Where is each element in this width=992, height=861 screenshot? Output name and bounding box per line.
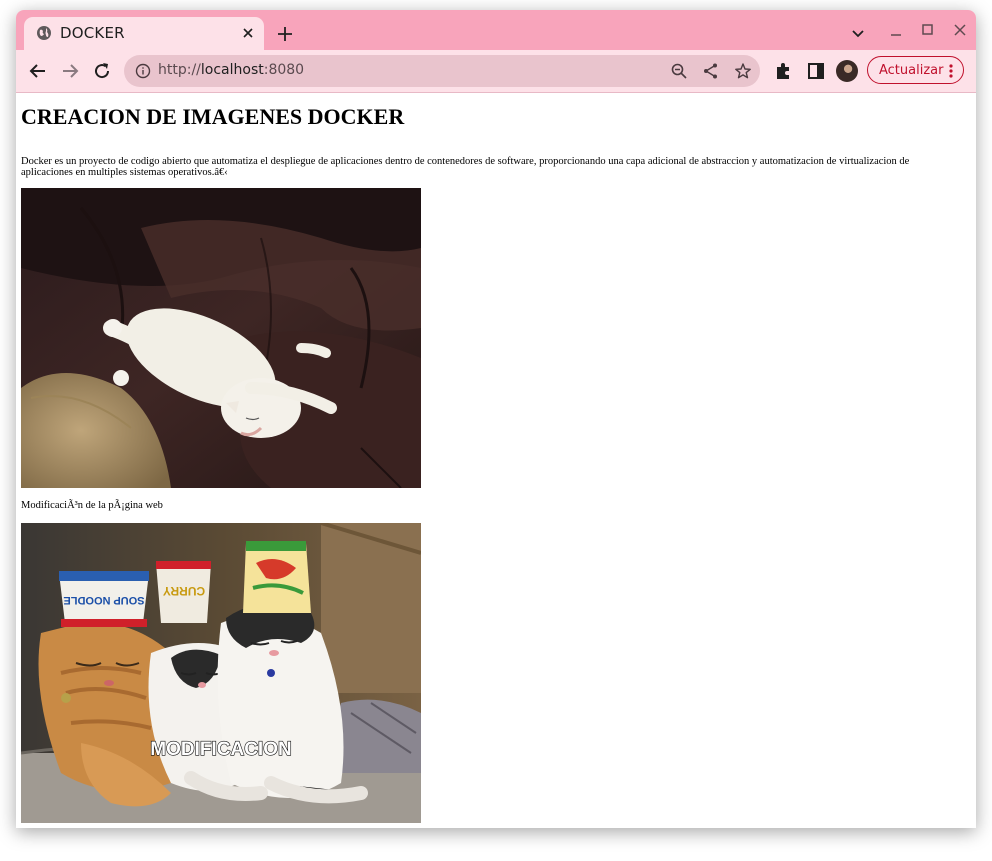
close-window-icon[interactable]: [952, 22, 968, 38]
cats-with-noodle-cups-image: SOUP NOODLE CURRY MODIFICACION: [21, 523, 421, 823]
browser-window: DOCKER http://localhost:8080 Actualizar …: [16, 10, 976, 828]
extensions-icon[interactable]: [774, 61, 794, 81]
address-bar[interactable]: http://localhost:8080: [124, 55, 760, 87]
image-overlay-text: MODIFICACION: [150, 739, 291, 760]
side-panel-icon[interactable]: [806, 61, 826, 81]
cat-on-couch-image: [21, 188, 421, 488]
toolbar: http://localhost:8080 Actualizar: [16, 50, 976, 93]
update-label: Actualizar: [879, 63, 944, 78]
forward-icon[interactable]: [60, 61, 80, 81]
maximize-icon[interactable]: [920, 22, 936, 38]
share-icon[interactable]: [702, 62, 720, 80]
cup-label-curry: CURRY: [163, 584, 205, 598]
back-icon[interactable]: [28, 61, 48, 81]
update-button[interactable]: Actualizar: [867, 56, 964, 84]
url-text[interactable]: http://localhost:8080: [158, 62, 304, 78]
caption-text: ModificaciÃ³n de la pÃ¡gina web: [21, 500, 163, 511]
tab-docker[interactable]: DOCKER: [24, 17, 264, 50]
kebab-menu-icon: [949, 64, 953, 78]
description-paragraph: Docker es un proyecto de codigo abierto …: [21, 156, 910, 178]
page-heading: CREACION DE IMAGENES DOCKER: [21, 104, 405, 129]
globe-icon: [37, 26, 51, 40]
page-content: CREACION DE IMAGENES DOCKER Docker es un…: [16, 93, 976, 828]
star-icon[interactable]: [734, 62, 752, 80]
info-icon[interactable]: [135, 63, 151, 79]
chevron-down-icon[interactable]: [850, 26, 866, 42]
plus-icon[interactable]: [277, 26, 293, 42]
profile-avatar[interactable]: [836, 60, 858, 82]
minimize-icon[interactable]: [888, 24, 904, 40]
reload-icon[interactable]: [92, 61, 112, 81]
zoom-icon[interactable]: [670, 62, 688, 80]
tab-bar: DOCKER: [16, 10, 976, 50]
close-icon[interactable]: [241, 26, 255, 40]
cup-label-soup-noodle: SOUP NOODLE: [63, 594, 144, 606]
tab-title: DOCKER: [60, 24, 125, 42]
